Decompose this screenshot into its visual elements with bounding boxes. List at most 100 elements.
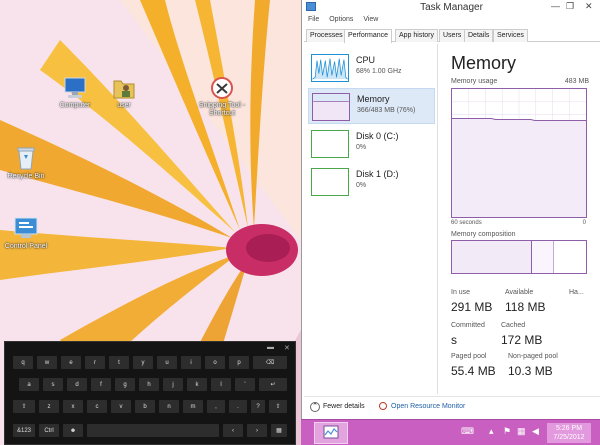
resource-item-disk-1[interactable]: Disk 1 (D:) 0% [308,164,435,200]
key-h[interactable]: h [139,378,159,391]
resource-detail: 366/483 MB (76%) [357,107,416,114]
available-label: Available [505,289,534,296]
key-x[interactable]: x [63,400,83,413]
key-shift-right[interactable]: ⇧ [269,400,287,413]
key-ctrl[interactable]: Ctrl [39,424,59,437]
key-e[interactable]: e [61,356,81,369]
key-keyboard-switch[interactable]: ▦ [271,424,287,437]
title-bar[interactable]: Task Manager — ❐ ✕ [302,0,600,14]
disk1-thumbnail-graph [311,168,349,196]
panel-title: Memory [451,53,517,73]
key-backspace[interactable]: ⌫ [253,356,287,369]
key-k[interactable]: k [187,378,207,391]
volume-muted-icon[interactable]: ◀ [532,426,539,437]
key-n[interactable]: n [159,400,179,413]
key-j[interactable]: j [163,378,183,391]
tab-services[interactable]: Services [493,29,528,42]
graph-time-left: 60 seconds [451,220,482,226]
key-b[interactable]: b [135,400,155,413]
key-p[interactable]: p [229,356,249,369]
key-g[interactable]: g [115,378,135,391]
fewer-details-button[interactable]: ⌃ Fewer details [310,402,365,412]
desktop-icon-label: Computer [59,102,91,109]
resource-item-cpu[interactable]: CPU 68% 1.00 GHz [308,50,435,86]
desktop: Computer user Snipping Tool - Shortcut R… [0,0,301,445]
key-r[interactable]: r [85,356,105,369]
key-o[interactable]: o [205,356,225,369]
user-folder-icon [113,80,135,99]
non-paged-pool-label: Non-paged pool [508,353,558,360]
key-comma[interactable]: , [207,400,225,413]
key-d[interactable]: d [67,378,87,391]
desktop-icon-user[interactable]: user [94,76,154,110]
tab-processes[interactable]: Processes [306,29,347,42]
key-c[interactable]: c [87,400,107,413]
menu-view[interactable]: View [363,16,378,23]
tab-details[interactable]: Details [464,29,494,42]
menu-file[interactable]: File [308,16,319,23]
cached-label: Cached [501,322,526,329]
desktop-icon-snipping-tool[interactable]: Snipping Tool - Shortcut [192,76,252,118]
cached-value: 172 MB [501,333,543,347]
key-f[interactable]: f [91,378,111,391]
taskbar-task-manager-button[interactable] [314,422,348,444]
tab-app-history[interactable]: App history [395,29,439,42]
task-manager-taskbar-icon [323,425,339,439]
memory-thumbnail-graph [312,93,350,121]
key-emoji[interactable]: ☻ [63,424,83,437]
key-a[interactable]: a [19,378,39,391]
key-s[interactable]: s [43,378,63,391]
chevron-up-icon: ⌃ [310,402,320,412]
key-i[interactable]: i [181,356,201,369]
resource-name: Disk 0 (C:) [356,131,399,141]
menu-options[interactable]: Options [329,16,353,23]
touch-keyboard[interactable]: ▬ ✕ q w e r t y u i o p ⌫ a s d f g h j … [4,341,296,445]
minimize-button[interactable]: — [551,1,560,11]
maximize-button[interactable]: ❐ [566,1,574,12]
control-panel-icon [14,217,38,238]
network-icon[interactable]: ▦ [517,426,526,437]
key-v[interactable]: v [111,400,131,413]
key-y[interactable]: y [133,356,153,369]
key-m[interactable]: m [183,400,203,413]
tab-performance[interactable]: Performance [344,29,393,43]
key-space[interactable] [87,424,219,437]
resource-monitor-icon [379,402,387,410]
key-question[interactable]: ? [251,400,265,413]
action-center-icon[interactable]: ⚑ [503,426,511,437]
cpu-thumbnail-graph [311,54,349,82]
keyboard-minimize-icon[interactable]: ▬ [267,344,274,351]
key-period[interactable]: . [229,400,247,413]
key-right-arrow[interactable]: › [247,424,267,437]
key-q[interactable]: q [13,356,33,369]
key-numbers[interactable]: &123 [13,424,35,437]
desktop-icon-label: Snipping Tool - Shortcut [198,102,246,117]
key-shift-left[interactable]: ⇧ [13,400,35,413]
key-enter[interactable]: ↵ [259,378,287,391]
non-paged-pool-value: 10.3 MB [508,364,553,378]
tab-users[interactable]: Users [439,29,466,42]
open-resource-monitor-link[interactable]: Open Resource Monitor [379,402,465,410]
system-clock[interactable]: 5:26 PM 7/25/2012 [547,423,591,443]
key-left-arrow[interactable]: ‹ [223,424,243,437]
key-u[interactable]: u [157,356,177,369]
keyboard-close-icon[interactable]: ✕ [284,344,290,352]
committed-label: Committed [451,322,485,329]
close-button[interactable]: ✕ [585,1,593,12]
key-z[interactable]: z [39,400,59,413]
desktop-icon-recycle-bin[interactable]: Recycle Bin [0,145,56,181]
resource-item-disk-0[interactable]: Disk 0 (C:) 0% [308,126,435,162]
key-apostrophe[interactable]: ' [235,378,255,391]
desktop-icon-label: Recycle Bin [7,173,45,180]
paged-pool-value: 55.4 MB [451,364,496,378]
key-w[interactable]: w [37,356,57,369]
resource-name: Memory [357,94,390,104]
show-hidden-icons[interactable]: ▴ [489,426,494,437]
key-t[interactable]: t [109,356,129,369]
resource-monitor-label: Open Resource Monitor [391,402,466,410]
hardware-reserved-label: Ha... [569,289,584,296]
resource-item-memory[interactable]: Memory 366/483 MB (76%) [308,88,435,124]
key-l[interactable]: l [211,378,231,391]
touch-keyboard-tray-icon[interactable]: ⌨ [461,426,474,437]
desktop-icon-control-panel[interactable]: Control Panel [0,215,56,251]
